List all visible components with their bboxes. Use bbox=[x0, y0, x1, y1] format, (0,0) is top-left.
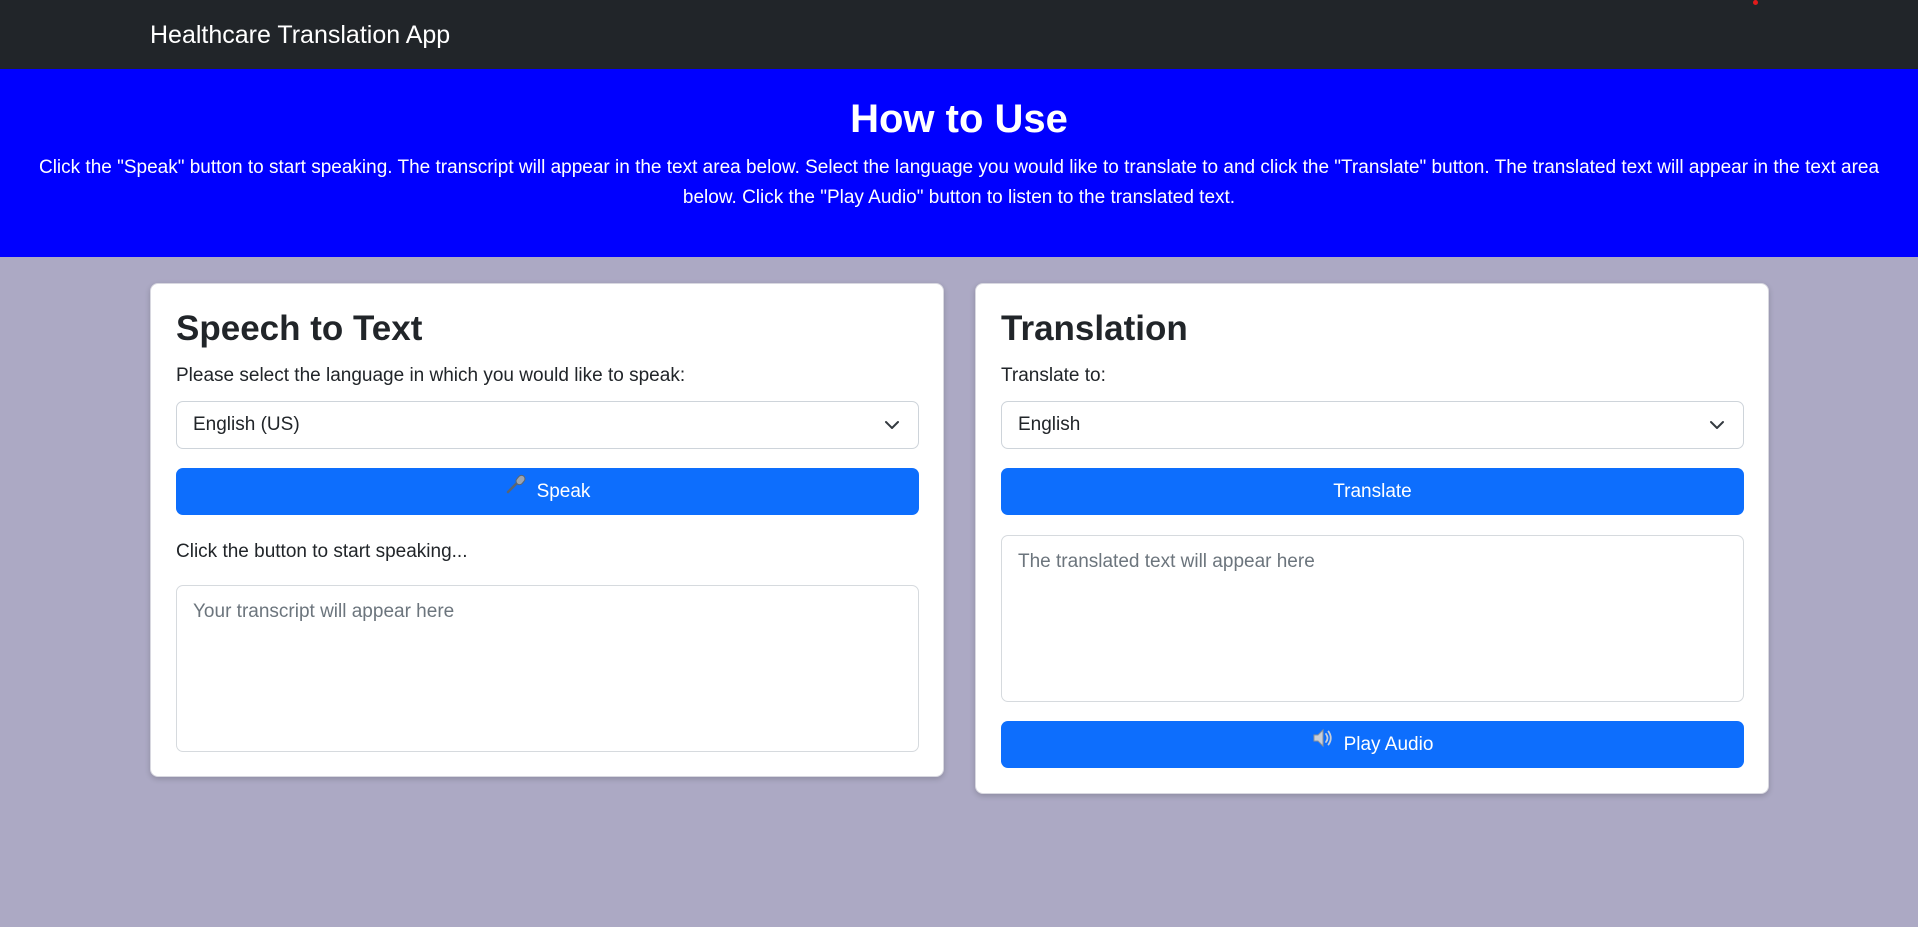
speech-to-text-card: Speech to Text Please select the languag… bbox=[150, 283, 944, 777]
translate-button[interactable]: Translate bbox=[1001, 468, 1744, 515]
transcript-placeholder: Your transcript will appear here bbox=[193, 601, 455, 622]
speaker-icon bbox=[1312, 719, 1334, 766]
chevron-down-icon bbox=[885, 421, 899, 429]
microphone-icon bbox=[505, 466, 527, 513]
translation-title: Translation bbox=[1001, 309, 1188, 348]
how-to-use-instructions: Click the "Speak" button to start speaki… bbox=[38, 157, 1880, 208]
speak-button[interactable]: Speak bbox=[176, 468, 919, 515]
app-brand-link[interactable]: Healthcare Translation App bbox=[150, 19, 450, 51]
speak-language-select[interactable]: English (US) bbox=[176, 401, 919, 449]
transcript-textarea[interactable]: Your transcript will appear here bbox=[176, 585, 919, 752]
translate-language-label: Translate to: bbox=[1001, 365, 1106, 386]
how-to-use-title: How to Use bbox=[850, 97, 1068, 141]
translate-language-value: English bbox=[1018, 414, 1081, 435]
speak-button-label: Speak bbox=[536, 481, 591, 502]
translation-card: Translation Translate to: English Transl… bbox=[975, 283, 1769, 794]
speak-language-value: English (US) bbox=[193, 414, 300, 435]
play-audio-button[interactable]: Play Audio bbox=[1001, 721, 1744, 768]
translation-output-placeholder: The translated text will appear here bbox=[1018, 551, 1315, 572]
play-audio-button-label: Play Audio bbox=[1343, 734, 1434, 755]
speech-to-text-title: Speech to Text bbox=[176, 309, 423, 348]
translation-output-textarea[interactable]: The translated text will appear here bbox=[1001, 535, 1744, 702]
translate-button-label: Translate bbox=[1333, 481, 1412, 502]
top-navbar: Healthcare Translation App bbox=[0, 0, 1918, 69]
how-to-use-banner: How to Use Click the "Speak" button to s… bbox=[0, 69, 1918, 257]
speech-status-text: Click the button to start speaking... bbox=[176, 541, 468, 562]
red-dot-indicator bbox=[1753, 0, 1758, 5]
translate-language-select[interactable]: English bbox=[1001, 401, 1744, 449]
speak-language-label: Please select the language in which you … bbox=[176, 365, 686, 386]
chevron-down-icon bbox=[1710, 421, 1724, 429]
